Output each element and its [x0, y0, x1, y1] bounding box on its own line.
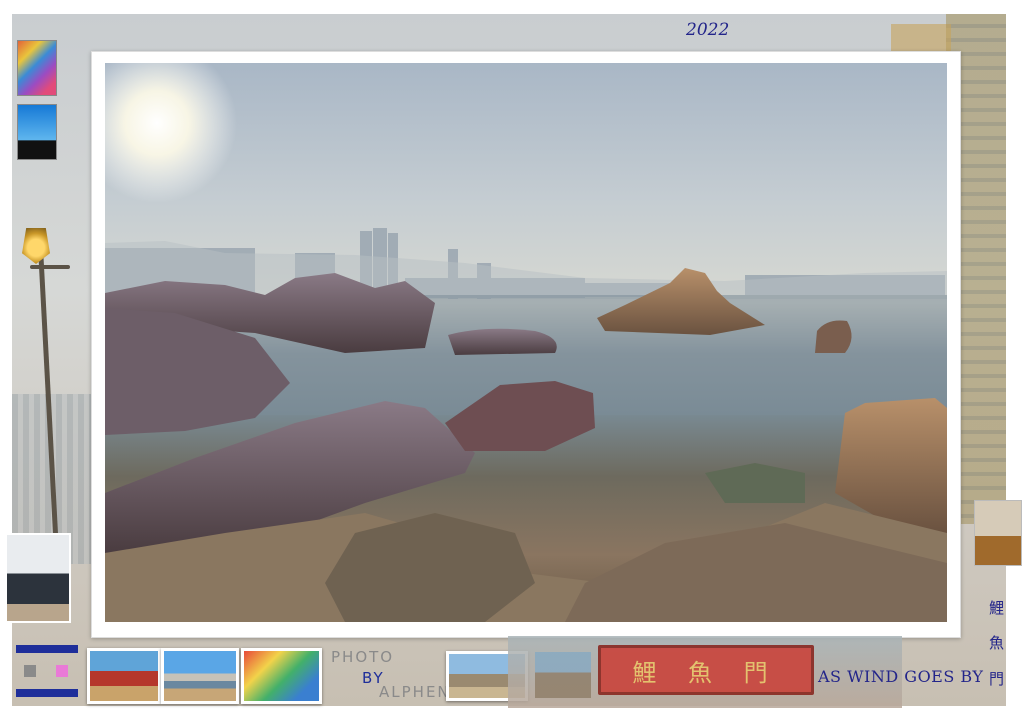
vertical-title-char: 鯉	[989, 599, 1005, 617]
flag-pink-square	[56, 665, 68, 677]
gate-sign-board: 鯉 魚 門	[598, 645, 814, 695]
thumbnail-harbour-bay[interactable]	[161, 648, 239, 704]
lamppost-arm	[30, 265, 70, 269]
flag-grey-square	[24, 665, 36, 677]
rock	[448, 328, 557, 355]
year-label: 2022	[686, 20, 730, 40]
credit-author-label: ALPHEN	[379, 683, 451, 701]
thumbnail-person-portrait[interactable]	[5, 533, 71, 623]
flag-stripe	[16, 645, 78, 653]
flag-stripe	[16, 689, 78, 697]
sun-glow	[105, 63, 237, 203]
credit-photo-label: PHOTO	[331, 648, 395, 666]
main-photo-frame	[91, 51, 961, 638]
tagline: AS WIND GOES BY	[818, 667, 984, 686]
thumbnail-hiker[interactable]	[974, 500, 1022, 566]
thumbnail-stained-glass[interactable]	[17, 40, 57, 96]
rock	[705, 463, 805, 503]
flag-icon	[16, 645, 78, 697]
thumbnail-silhouette[interactable]	[17, 104, 57, 160]
vertical-title-char: 門	[989, 670, 1005, 688]
main-photo-rocky-shore[interactable]	[105, 63, 947, 622]
thumbnail-chinese-gate[interactable]	[87, 648, 161, 704]
sign-photo-inset	[535, 652, 591, 698]
vertical-title-char: 魚	[989, 634, 1005, 652]
background-tower-top	[891, 24, 951, 54]
thumbnail-colorful-mural[interactable]	[241, 648, 322, 704]
main-photo-scene	[105, 63, 947, 622]
